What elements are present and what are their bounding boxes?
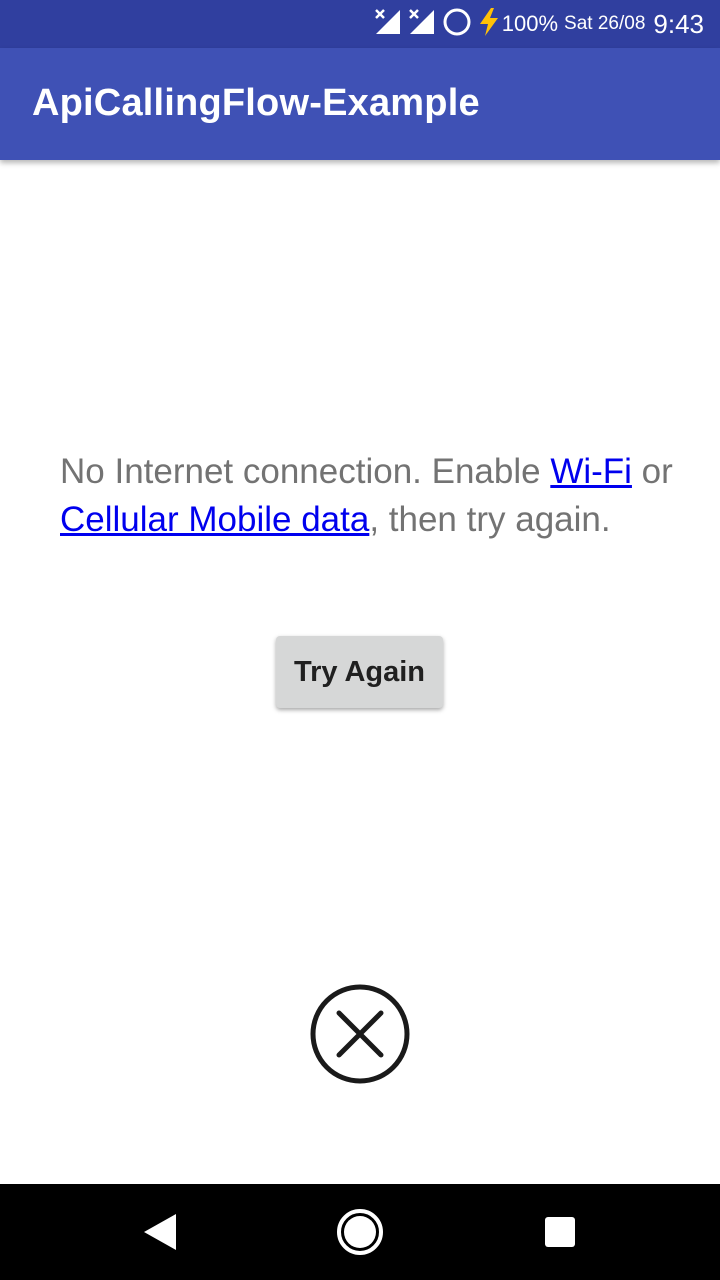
try-again-label: Try Again: [293, 655, 426, 688]
back-icon[interactable]: [100, 1184, 220, 1280]
navigation-bar: [0, 1184, 720, 1280]
close-circle-icon[interactable]: [309, 983, 411, 1085]
message-text-3: , then try again.: [369, 500, 611, 539]
battery-percent: 100%: [501, 11, 559, 36]
circle-icon: [442, 7, 472, 42]
message-text-2: or: [631, 452, 673, 491]
cellular-data-link[interactable]: Cellular Mobile data: [60, 500, 369, 539]
app-bar: ApiCallingFlow-Example: [0, 48, 720, 160]
no-internet-message: No Internet connection. Enable Wi-Fi or …: [60, 448, 680, 544]
signal-off-icon: [374, 8, 402, 41]
message-text-1: No Internet connection. Enable: [60, 452, 551, 491]
status-bar: 100% Sat 26/08 9:43: [0, 0, 720, 48]
wifi-link[interactable]: Wi-Fi: [550, 452, 632, 491]
signal-off-icon: [408, 8, 436, 41]
status-time: 9:43: [653, 8, 704, 39]
status-date: Sat 26/08: [564, 13, 646, 34]
try-again-button[interactable]: Try Again: [276, 636, 443, 708]
charging-bolt-icon: [478, 7, 500, 42]
screen: 100% Sat 26/08 9:43 ApiCallingFlow-Examp…: [0, 0, 720, 1280]
status-icons: 100% Sat 26/08 9:43: [374, 0, 704, 48]
home-icon[interactable]: [300, 1184, 420, 1280]
recents-icon[interactable]: [500, 1184, 620, 1280]
app-title: ApiCallingFlow-Example: [32, 82, 480, 124]
